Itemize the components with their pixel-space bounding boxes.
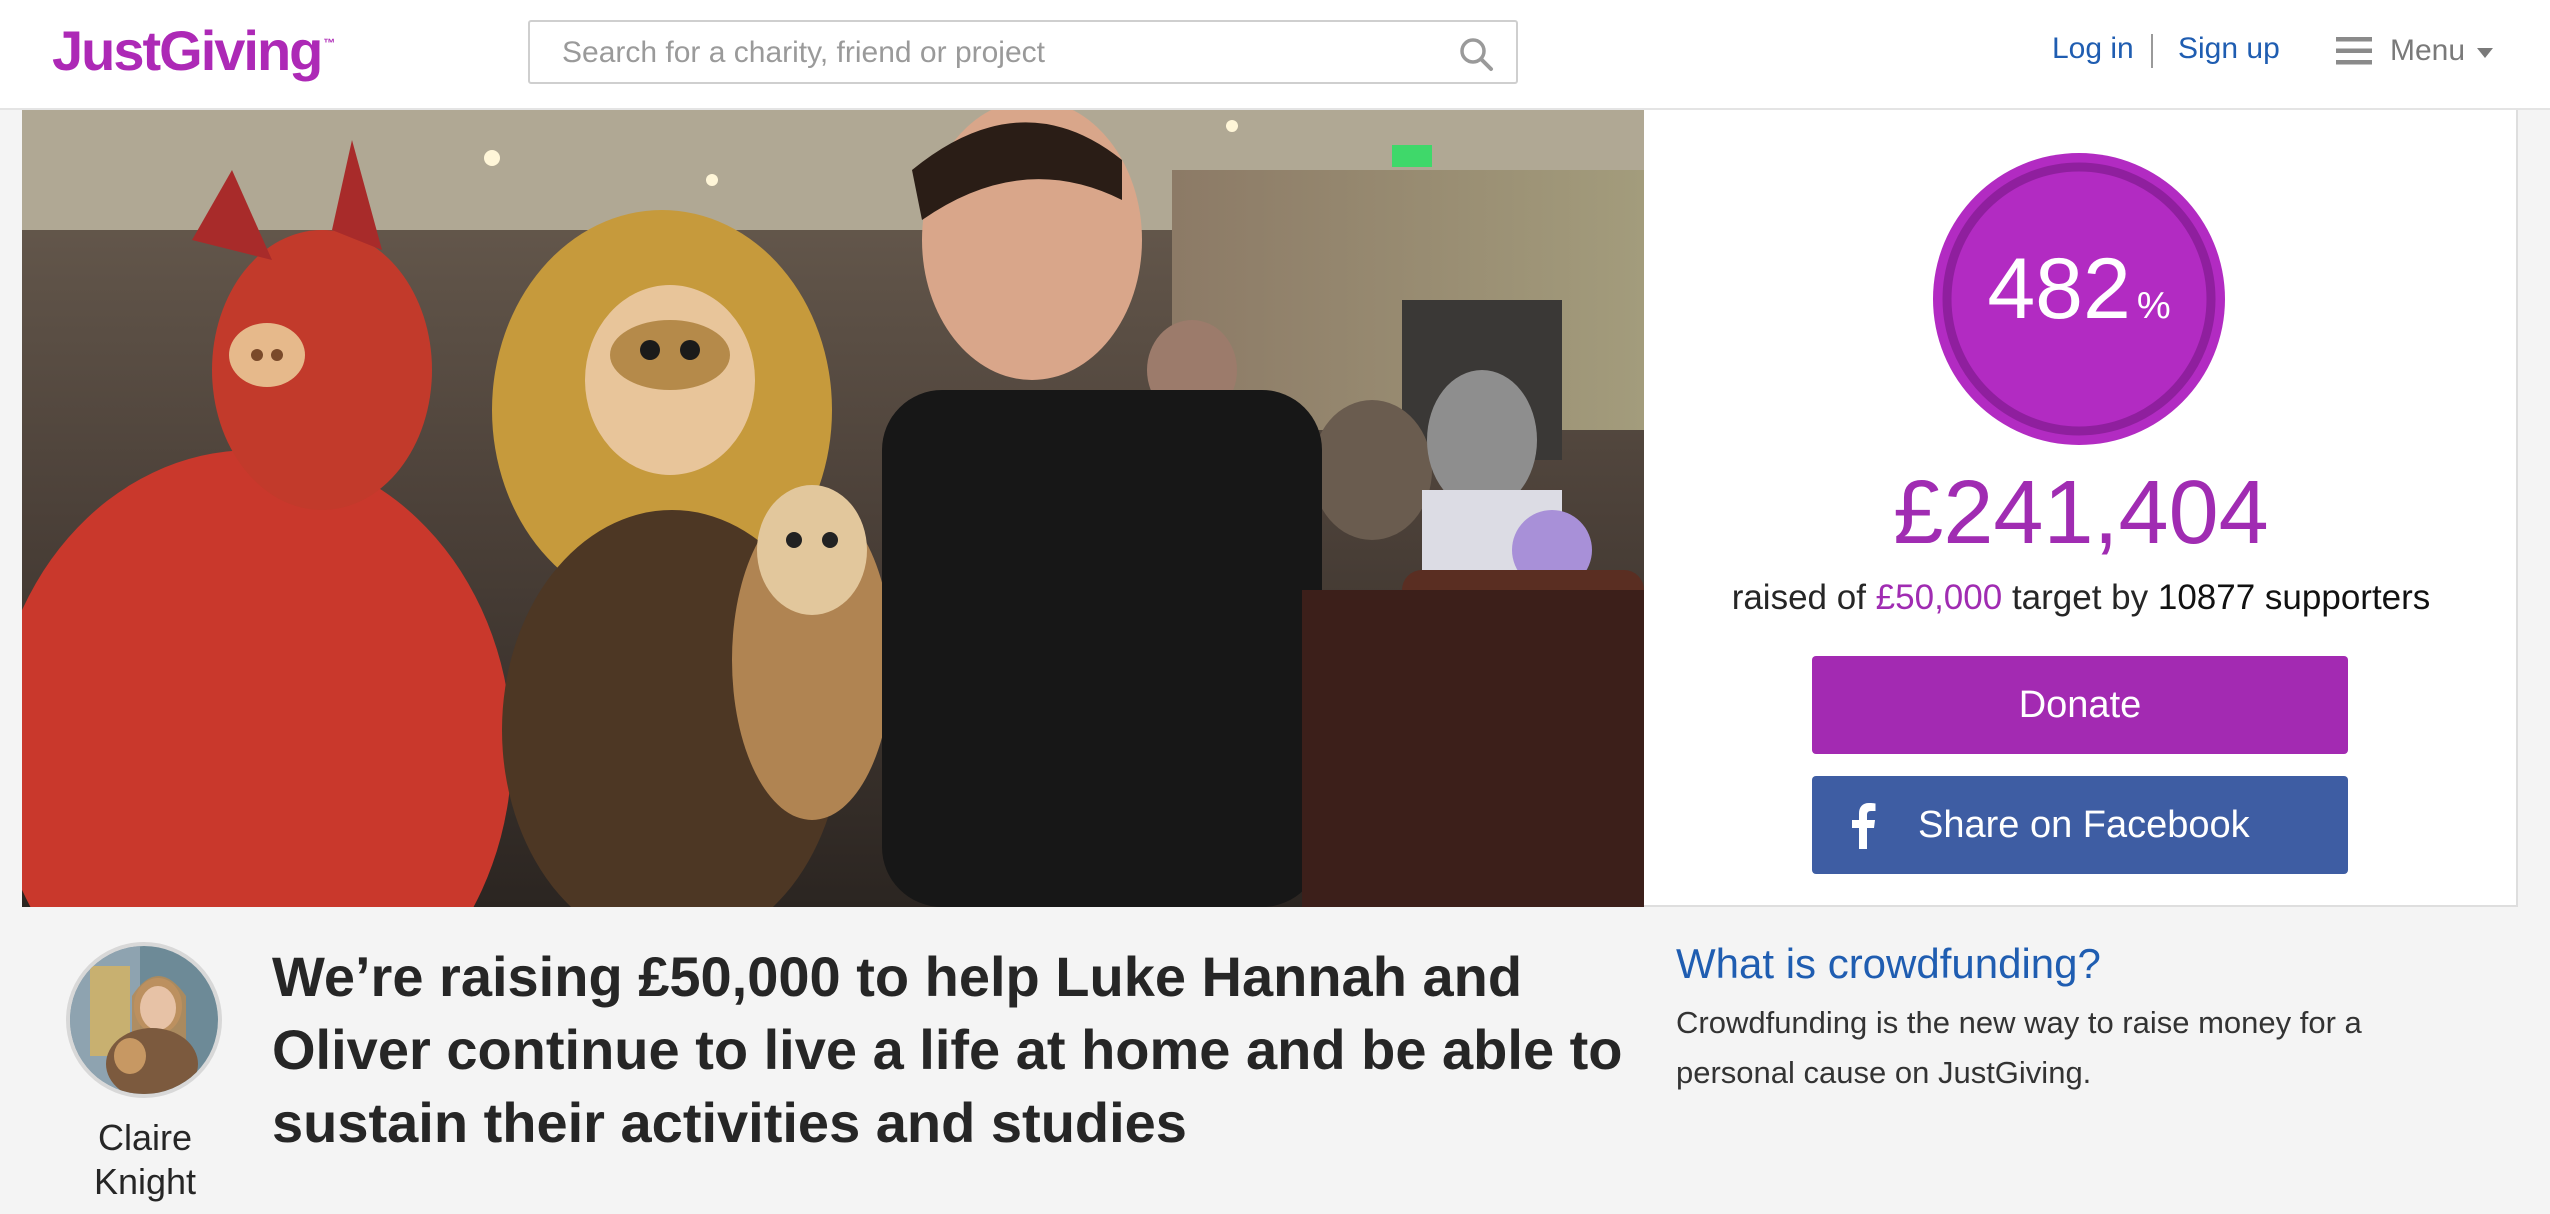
- search-input[interactable]: Search for a charity, friend or project: [528, 20, 1518, 84]
- login-link[interactable]: Log in: [2052, 32, 2134, 66]
- share-facebook-label: Share on Facebook: [1918, 804, 2250, 846]
- percent-value: 482: [1987, 241, 2131, 337]
- raised-prefix: raised of: [1731, 578, 1866, 617]
- caret-down-icon[interactable]: [2477, 48, 2493, 58]
- fundraiser-name[interactable]: Claire Knight: [40, 1116, 250, 1204]
- target-amount: £50,000: [1875, 578, 2003, 617]
- search-placeholder: Search for a charity, friend or project: [562, 36, 1045, 69]
- justgiving-logo[interactable]: JustGiving ™: [52, 18, 336, 83]
- crowdfunding-info-link[interactable]: What is crowdfunding?: [1676, 940, 2101, 988]
- signup-link[interactable]: Sign up: [2178, 32, 2280, 66]
- crowdfunding-description: Crowdfunding is the new way to raise mon…: [1676, 1005, 2362, 1090]
- share-facebook-button[interactable]: Share on Facebook: [1812, 776, 2348, 874]
- percent-raised: 482%: [1930, 240, 2228, 339]
- fundraiser-first-name: Claire: [97, 1117, 193, 1158]
- facebook-icon: [1852, 803, 1876, 849]
- menu-button[interactable]: Menu: [2390, 34, 2465, 68]
- supporters-count: 10877 supporters: [2157, 578, 2431, 617]
- target-mid: target by: [2011, 578, 2149, 617]
- header-divider: [2151, 34, 2153, 68]
- hero-photo-illustration: [22, 110, 1644, 907]
- logo-text: JustGiving: [52, 19, 323, 82]
- search-icon[interactable]: [1458, 36, 1494, 72]
- target-summary: raised of £50,000 target by 10877 suppor…: [1644, 578, 2518, 618]
- page-headline: We’re raising £50,000 to help Luke Hanna…: [272, 945, 1623, 1154]
- percent-sign: %: [2136, 285, 2171, 327]
- avatar-photo: [70, 946, 218, 1094]
- hamburger-icon[interactable]: [2336, 36, 2372, 66]
- logo-trademark: ™: [323, 36, 336, 50]
- totaliser-panel: 482% £241,404 raised of £50,000 target b…: [1644, 110, 2518, 907]
- donate-button[interactable]: Donate: [1812, 656, 2348, 754]
- amount-raised: £241,404: [1893, 463, 2269, 563]
- avatar[interactable]: [66, 942, 222, 1098]
- fundraiser-last-name: Knight: [93, 1161, 197, 1202]
- site-header: JustGiving ™ Search for a charity, friend…: [0, 0, 2550, 110]
- hero-photo: [22, 110, 1644, 907]
